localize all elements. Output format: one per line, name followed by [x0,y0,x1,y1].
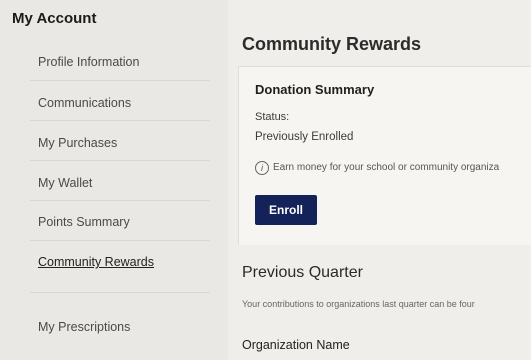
account-title: My Account [12,10,97,27]
sidebar-item-my-purchases[interactable]: My Purchases [38,136,117,150]
enroll-button[interactable]: Enroll [255,195,317,225]
sidebar-item-communications[interactable]: Communications [38,96,131,110]
organization-name-header: Organization Name [242,338,350,352]
previous-quarter-title: Previous Quarter [242,264,363,281]
nav-divider [30,160,210,161]
donation-summary-card: Donation Summary Status: Previously Enro… [238,66,531,245]
nav-divider [30,120,210,121]
info-icon: i [255,160,269,175]
sidebar-item-my-prescriptions[interactable]: My Prescriptions [38,320,130,334]
sidebar-item-profile-information[interactable]: Profile Information [38,55,139,69]
info-message: i Earn money for your school or community… [255,159,531,175]
sidebar-item-community-rewards[interactable]: Community Rewards [38,255,154,269]
main-content: Community Rewards Donation Summary Statu… [228,0,531,360]
nav-divider [30,292,210,293]
donation-summary-title: Donation Summary [255,82,375,97]
previous-quarter-description: Your contributions to organizations last… [242,299,475,309]
info-text: Earn money for your school or community … [273,162,500,174]
sidebar-item-points-summary[interactable]: Points Summary [38,215,130,229]
page-title: Community Rewards [242,34,422,54]
status-label: Status: [255,111,290,123]
sidebar-item-my-wallet[interactable]: My Wallet [38,176,92,190]
nav-divider [30,240,210,241]
nav-divider [30,200,210,201]
nav-divider [30,80,210,81]
account-sidebar: My Account Profile Information Communica… [0,0,228,360]
status-value: Previously Enrolled [255,131,354,143]
